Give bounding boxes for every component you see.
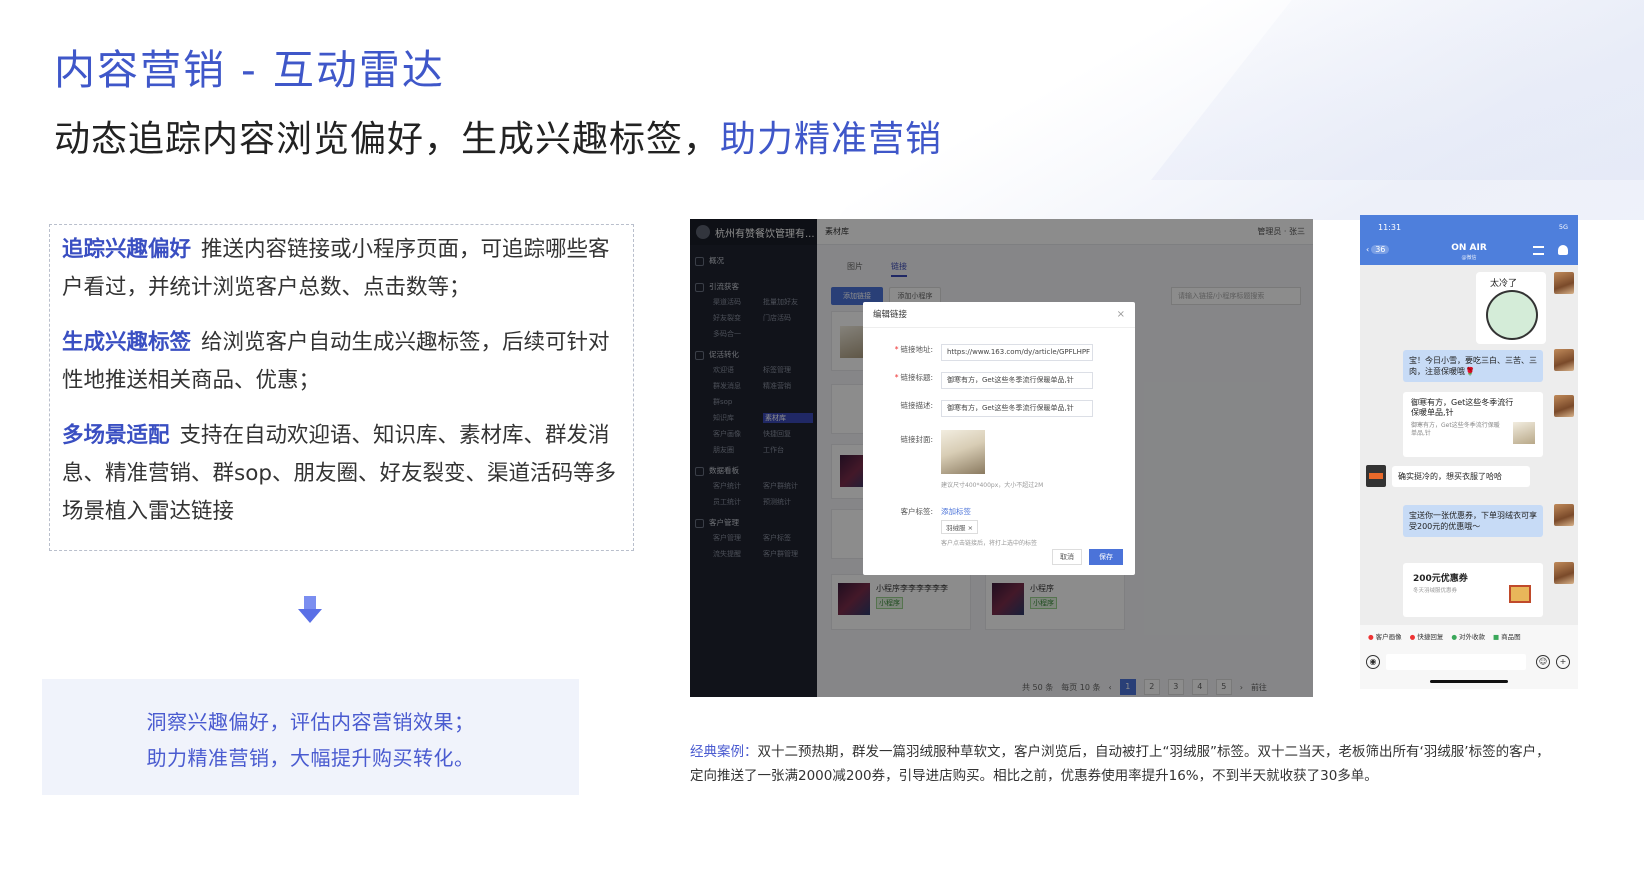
field-label: * 链接标题: xyxy=(894,373,933,382)
coupon-title: 200元优惠券 xyxy=(1413,574,1468,584)
arrow-down-icon xyxy=(298,596,322,626)
plus-icon[interactable]: + xyxy=(1556,655,1570,669)
chat-title: ON AIR xyxy=(1451,243,1487,253)
chat-input[interactable] xyxy=(1386,654,1526,670)
chat-bubble: 宝！今日小雪，要吃三白、三苦、三肉，注意保暖哦🌹 xyxy=(1403,350,1543,382)
phone-screenshot: 11:31 5G ‹ 36 ON AIR @微信 太冷了 宝！今日小雪，要吃三白、… xyxy=(1360,215,1578,689)
case-study: 经典案例：双十二预热期，群发一篇羽绒服种草软文，客户浏览后，自动被打上“羽绒服”… xyxy=(690,740,1560,788)
status-time: 11:31 xyxy=(1378,223,1402,232)
coupon-card[interactable]: 200元优惠券 冬天羽绒服优惠券 xyxy=(1403,563,1543,617)
coupon-gift-icon xyxy=(1509,585,1531,603)
tag-hint: 客户点击链接后，将打上选中的标签 xyxy=(941,540,1038,547)
page-subtitle: 动态追踪内容浏览偏好，生成兴趣标签，助力精准营销 xyxy=(54,110,942,162)
edit-link-dialog: 编辑链接 × * 链接地址: https://www.163.com/dy/artic… xyxy=(863,302,1135,575)
avatar xyxy=(1366,465,1386,487)
feature-tags: 生成兴趣标签 给浏览客户自动生成兴趣标签，后续可针对性地推送相关商品、优惠； xyxy=(62,324,621,400)
tool-payment[interactable]: ● 对外收款 xyxy=(1451,631,1485,641)
cover-hint: 建议尺寸400*400px，大小不超过2M xyxy=(941,482,1044,489)
dialog-header: 编辑链接 × xyxy=(863,302,1135,328)
avatar xyxy=(1554,395,1574,417)
summary-box: 洞察兴趣偏好，评估内容营销效果； 助力精准营销，大幅提升购买转化。 xyxy=(42,679,579,795)
link-card-title: 御寒有方，Get这些冬季流行保暖单品,针 xyxy=(1411,398,1514,417)
chat-bubble: 确实挺冷的，想买衣服了哈哈 xyxy=(1392,466,1530,487)
feature-title: 生成兴趣标签 xyxy=(62,330,192,355)
admin-screenshot: 杭州有赞餐饮管理有... 概况 引流获客 渠道活码 批量加好友 好友裂变 门店活码 … xyxy=(690,219,1313,697)
cancel-button[interactable]: 取消 xyxy=(1052,549,1082,565)
feature-scenes: 多场景适配 支持在自动欢迎语、知识库、素材库、群发消息、精准营销、群sop、朋友圈… xyxy=(62,417,621,531)
link-desc-input[interactable]: 御寒有方，Get这些冬季流行保暖单品,针 xyxy=(941,400,1093,417)
summary-line: 助力精准营销，大幅提升购买转化。 xyxy=(146,746,475,770)
summary-line: 洞察兴趣偏好，评估内容营销效果； xyxy=(146,710,475,734)
feature-box: 追踪兴趣偏好 推送内容链接或小程序页面，可追踪哪些客户看过，并统计浏览客户总数、点… xyxy=(49,224,634,551)
chat-bubble: 宝送你一张优惠券，下单羽绒衣可享受200元的优惠哦～ xyxy=(1403,505,1543,537)
link-card-message[interactable]: 御寒有方，Get这些冬季流行保暖单品,针 御寒有方，Get这些冬季流行保暖单品,… xyxy=(1403,392,1543,457)
field-label: 客户标签: xyxy=(900,507,933,516)
case-text: 双十二预热期，群发一篇羽绒服种草软文，客户浏览后，自动被打上“羽绒服”标签。双十… xyxy=(690,744,1550,784)
menu-icon[interactable] xyxy=(1533,246,1544,255)
add-tag-link[interactable]: 添加标签 xyxy=(941,506,971,517)
save-button[interactable]: 保存 xyxy=(1089,549,1123,565)
chat-toolbar: ● 客户画像 ● 快捷回复 ● 对外收款 ■ 商品图 xyxy=(1360,625,1578,647)
tool-customer-profile[interactable]: ● 客户画像 xyxy=(1368,631,1402,641)
sticker-text: 太冷了 xyxy=(1490,279,1518,289)
close-icon[interactable]: × xyxy=(1117,302,1125,328)
link-url-input[interactable]: https://www.163.com/dy/article/GPFLHPF xyxy=(941,344,1093,361)
cover-image[interactable] xyxy=(941,430,985,474)
case-label: 经典案例： xyxy=(690,744,758,760)
link-card-image xyxy=(1513,422,1535,444)
sticker-message: 太冷了 xyxy=(1476,272,1546,344)
chat-subtitle: @微信 xyxy=(1461,255,1477,261)
page-title: 内容营销 - 互动雷达 xyxy=(54,46,445,94)
emoji-icon[interactable]: ☺ xyxy=(1536,655,1550,669)
dialog-title: 编辑链接 xyxy=(873,310,908,320)
avatar xyxy=(1554,272,1574,294)
tool-quick-reply[interactable]: ● 快捷回复 xyxy=(1410,631,1444,641)
chat-input-bar: ◉ ☺ + xyxy=(1360,647,1578,689)
coupon-desc: 冬天羽绒服优惠券 xyxy=(1413,588,1458,594)
tag-chip[interactable]: 羽绒服 × xyxy=(941,520,979,534)
feature-title: 多场景适配 xyxy=(62,423,170,448)
feature-title: 追踪兴趣偏好 xyxy=(62,237,192,262)
person-icon[interactable] xyxy=(1558,245,1568,255)
field-label: 链接封面: xyxy=(900,435,933,444)
link-card-desc: 御寒有方，Get这些冬季流行保暖单品,针 xyxy=(1411,422,1500,437)
sticker-face-icon xyxy=(1486,290,1538,340)
status-network: 5G xyxy=(1558,223,1568,231)
home-indicator xyxy=(1430,680,1508,683)
voice-icon[interactable]: ◉ xyxy=(1366,655,1380,669)
tool-product-image[interactable]: ■ 商品图 xyxy=(1493,631,1521,641)
feature-track: 追踪兴趣偏好 推送内容链接或小程序页面，可追踪哪些客户看过，并统计浏览客户总数、点… xyxy=(62,231,621,307)
avatar xyxy=(1554,562,1574,584)
chat-header: 11:31 5G ‹ 36 ON AIR @微信 xyxy=(1360,215,1578,265)
subtitle-main: 动态追踪内容浏览偏好，生成兴趣标签， xyxy=(54,119,721,160)
link-title-input[interactable]: 御寒有方，Get这些冬季流行保暖单品,针 xyxy=(941,372,1093,389)
avatar xyxy=(1554,349,1574,371)
field-label: * 链接地址: xyxy=(894,345,933,354)
avatar xyxy=(1554,504,1574,526)
subtitle-highlight: 助力精准营销 xyxy=(720,119,943,160)
field-label: 链接描述: xyxy=(900,401,933,410)
